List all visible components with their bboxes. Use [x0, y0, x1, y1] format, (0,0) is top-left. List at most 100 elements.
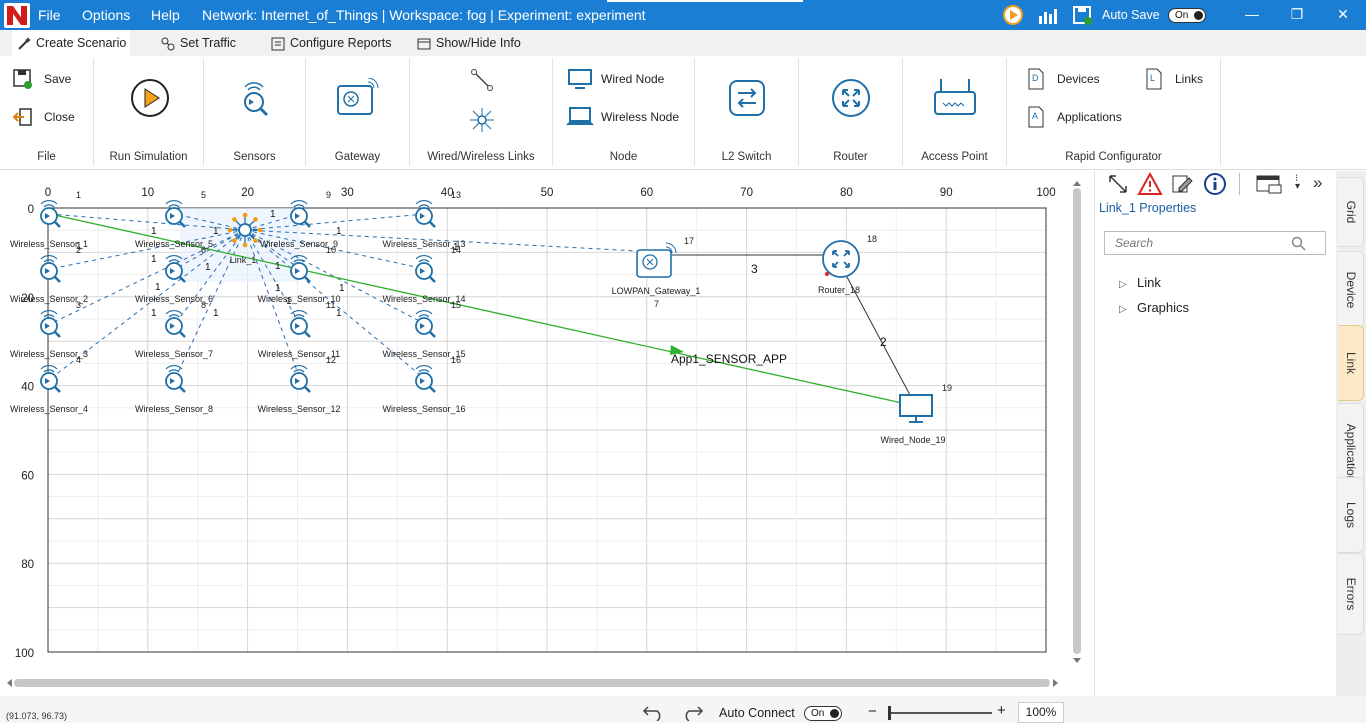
devices-icon[interactable]: D — [1027, 68, 1045, 90]
wired-node-button[interactable]: Wired Node — [601, 72, 664, 86]
search-field[interactable] — [1104, 231, 1326, 255]
wireless-sensor-node[interactable] — [165, 200, 186, 228]
wireless-sensor-node[interactable] — [415, 365, 436, 393]
link-hub-node[interactable] — [227, 212, 263, 248]
tab-create-scenario[interactable]: Create Scenario — [12, 30, 130, 56]
autosave-toggle[interactable]: On — [1168, 8, 1206, 23]
links-button[interactable]: Links — [1175, 72, 1203, 86]
menu-file[interactable]: File — [38, 7, 61, 23]
sensor-icon[interactable] — [236, 80, 274, 118]
side-tab-link[interactable]: Link — [1338, 325, 1364, 401]
zoom-in-icon[interactable]: + — [997, 702, 1006, 719]
access-point-button[interactable]: Access Point — [903, 151, 1006, 163]
menu-help[interactable]: Help — [151, 7, 180, 23]
close-file-icon[interactable] — [12, 106, 34, 128]
wireless-sensor-node[interactable] — [290, 310, 311, 338]
warning-icon[interactable] — [1137, 172, 1163, 196]
scroll-right-icon[interactable] — [1051, 676, 1061, 690]
redo-icon[interactable] — [680, 703, 704, 721]
wireless-sensor-node[interactable] — [165, 365, 186, 393]
zoom-level[interactable]: 100% — [1018, 702, 1064, 723]
zoom-out-icon[interactable]: − — [868, 703, 877, 720]
search-icon[interactable] — [1291, 236, 1307, 252]
scroll-up-icon[interactable] — [1070, 178, 1084, 188]
search-input[interactable] — [1115, 232, 1295, 254]
properties-panel: ⁝▾ » Link_1 Properties ▷Link ▷Graphics — [1094, 171, 1336, 696]
side-tab-logs[interactable]: Logs — [1338, 477, 1364, 553]
tab-set-traffic[interactable]: Set Traffic — [156, 30, 236, 56]
panel-options-icon[interactable]: ⁝ ▾ — [1295, 174, 1300, 192]
menu-options[interactable]: Options — [82, 7, 130, 23]
links-config-icon[interactable]: L — [1145, 68, 1163, 90]
applications-icon[interactable]: A — [1027, 106, 1045, 128]
save-icon[interactable] — [12, 68, 34, 90]
resize-icon[interactable] — [1107, 173, 1129, 195]
run-simulation-icon[interactable] — [130, 78, 170, 118]
window-layout-icon[interactable] — [1255, 173, 1285, 195]
vertical-scrollbar[interactable] — [1070, 178, 1084, 666]
wireless-sensor-node[interactable] — [290, 365, 311, 393]
close-button[interactable]: Close — [44, 110, 75, 124]
analytics-icon[interactable] — [1036, 4, 1058, 26]
save-button[interactable]: Save — [44, 72, 71, 86]
wireless-node-icon[interactable] — [565, 106, 595, 128]
applications-button[interactable]: Applications — [1057, 110, 1122, 124]
wireless-sensor-node[interactable] — [40, 310, 61, 338]
run-icon[interactable] — [1002, 4, 1024, 26]
tab-configure-reports[interactable]: Configure Reports — [266, 30, 391, 56]
router-button[interactable]: Router — [799, 151, 902, 163]
app-logo — [4, 3, 30, 28]
undo-icon[interactable] — [642, 703, 666, 721]
wireless-link-label: 1 — [151, 254, 157, 265]
maximize-icon[interactable]: ❐ — [1289, 6, 1305, 22]
wireless-node-button[interactable]: Wireless Node — [601, 110, 679, 124]
svg-text:L: L — [1150, 73, 1155, 83]
gateway-button[interactable]: Gateway — [306, 151, 409, 163]
devices-button[interactable]: Devices — [1057, 72, 1100, 86]
gateway-icon[interactable] — [336, 78, 380, 118]
side-tab-errors[interactable]: Errors — [1338, 553, 1364, 635]
wireless-link-icon[interactable] — [468, 106, 496, 134]
wireless-sensor-node[interactable] — [415, 200, 436, 228]
info-icon[interactable] — [1203, 172, 1227, 196]
collapse-panel-icon[interactable]: » — [1313, 173, 1322, 193]
side-tab-grid[interactable]: Grid — [1338, 177, 1364, 247]
edit-icon[interactable] — [1169, 172, 1195, 196]
save-icon[interactable] — [1072, 4, 1094, 26]
access-point-icon[interactable] — [933, 76, 977, 120]
scroll-down-icon[interactable] — [1070, 656, 1084, 666]
router-node[interactable] — [822, 240, 860, 278]
expand-icon[interactable]: ▷ — [1119, 279, 1137, 290]
wired-node[interactable] — [899, 394, 933, 423]
l2-switch-button[interactable]: L2 Switch — [695, 151, 798, 163]
auto-connect-toggle[interactable]: On — [804, 706, 842, 721]
switch-icon[interactable] — [727, 78, 767, 118]
wired-node-icon[interactable] — [567, 68, 593, 90]
wireless-sensor-node[interactable] — [290, 200, 311, 228]
tree-item-link[interactable]: ▷ Link — [1119, 275, 1161, 290]
zoom-slider-thumb[interactable] — [888, 706, 891, 720]
tab-show-hide-info[interactable]: Show/Hide Info — [412, 30, 521, 56]
sensor-id: 1 — [76, 190, 81, 200]
wired-link-icon[interactable] — [470, 68, 494, 92]
tree-item-graphics[interactable]: ▷ Graphics — [1119, 300, 1189, 315]
wireless-sensor-node[interactable] — [40, 255, 61, 283]
zoom-slider[interactable] — [888, 712, 992, 714]
wireless-sensor-node[interactable] — [415, 310, 436, 338]
router-icon[interactable] — [831, 78, 871, 118]
sensors-button[interactable]: Sensors — [204, 151, 305, 163]
run-simulation-button[interactable]: Run Simulation — [94, 151, 203, 163]
side-tab-device[interactable]: Device — [1338, 251, 1364, 329]
wireless-sensor-node[interactable] — [40, 365, 61, 393]
expand-icon[interactable]: ▷ — [1119, 304, 1137, 315]
wireless-link-label: 1 — [275, 261, 281, 272]
wireless-sensor-node[interactable] — [40, 200, 61, 228]
horizontal-scrollbar[interactable] — [4, 676, 1064, 690]
wireless-sensor-node[interactable] — [415, 255, 436, 283]
lowpan-gateway-node[interactable] — [636, 242, 677, 278]
scroll-left-icon[interactable] — [4, 676, 14, 690]
close-icon[interactable]: ✕ — [1335, 6, 1351, 22]
network-canvas[interactable]: 0 10 20 30 40 50 60 70 80 90 100 0 20 40 60 80 100 32111… — [0, 171, 1093, 696]
minimize-icon[interactable]: — — [1244, 6, 1260, 22]
wireless-link-label: 1 — [155, 282, 161, 293]
